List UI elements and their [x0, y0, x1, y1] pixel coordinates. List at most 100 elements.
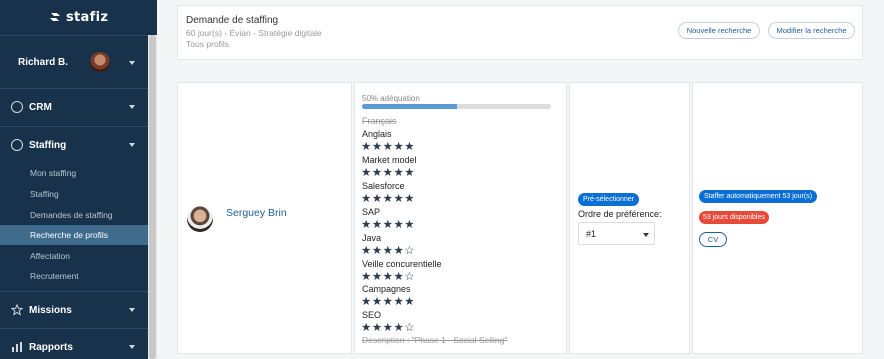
profile-name-link[interactable]: Serguey Brin — [226, 207, 287, 219]
sidebar-item-recrutement[interactable]: Recrutement — [0, 266, 148, 286]
sidebar-item-demandes-de-staffing[interactable]: Demandes de staffing — [0, 205, 148, 225]
actions-card: Staffer automatiquement 53 jour(s) 53 jo… — [692, 82, 863, 354]
chevron-down-icon — [129, 143, 135, 147]
nav-rapports[interactable]: Rapports — [0, 329, 148, 359]
filled-star-icon: ★ — [371, 218, 383, 231]
order-select[interactable]: #1 — [578, 222, 655, 245]
skill-rating-stars: ★★★★★ — [361, 166, 416, 179]
scroll-thumb[interactable] — [149, 35, 156, 359]
filled-star-icon: ★ — [404, 218, 416, 231]
filled-star-icon: ★ — [361, 270, 372, 283]
skill-name: Anglais — [362, 129, 392, 139]
filled-star-icon: ★ — [361, 141, 372, 153]
auto-staff-button[interactable]: Staffer automatiquement 53 jour(s) — [699, 190, 818, 203]
nav-crm[interactable]: CRM — [0, 89, 148, 125]
skill-name: SEO — [362, 310, 382, 321]
filled-star-icon: ★ — [382, 270, 394, 283]
match-progress-bar — [362, 104, 551, 109]
filled-star-icon: ★ — [371, 296, 383, 309]
chevron-down-icon — [129, 308, 135, 312]
filled-star-icon: ★ — [361, 166, 372, 179]
order-label: Ordre de préférence: — [578, 209, 662, 219]
empty-star-icon: ☆ — [404, 322, 416, 335]
filled-star-icon: ★ — [371, 141, 383, 153]
avatar — [90, 52, 110, 72]
user-circle-icon — [11, 101, 23, 113]
sidebar: stafiz Richard B. CRM Staffing Mon staff… — [0, 0, 157, 359]
skill-name: Veille concurentielle — [362, 258, 442, 269]
skill-name: Java — [362, 232, 382, 243]
skill-rating-stars: ★★★★★ — [361, 192, 416, 205]
search-details: 60 jour(s) - Évian - Stratégie digitale — [186, 28, 322, 38]
filled-star-icon: ★ — [361, 192, 372, 205]
stafiz-logo[interactable]: stafiz — [48, 7, 108, 27]
filled-star-icon: ★ — [404, 166, 416, 179]
filled-star-icon: ★ — [382, 322, 394, 335]
nav-missions[interactable]: Missions — [0, 292, 148, 328]
stafiz-logo-icon — [50, 13, 60, 21]
filled-star-icon: ★ — [382, 192, 394, 205]
skill-rating-stars: ★★★★☆ — [361, 322, 416, 335]
availability-badge: 53 jours disponibles — [699, 211, 769, 224]
filled-star-icon: ★ — [371, 192, 383, 205]
skill-name: Campagnes — [362, 284, 411, 295]
sidebar-item-recherche-de-profils[interactable]: Recherche de profils — [0, 225, 148, 245]
match-progress-fill — [362, 104, 457, 109]
skill-rating-stars: ★★★★★ — [361, 296, 416, 309]
cv-button[interactable]: CV — [699, 232, 727, 247]
edit-search-button[interactable]: Modifier la recherche — [768, 22, 855, 39]
filled-star-icon: ★ — [393, 141, 405, 153]
sidebar-item-mon-staffing[interactable]: Mon staffing — [0, 163, 148, 183]
filled-star-icon: ★ — [393, 296, 405, 309]
filled-star-icon: ★ — [361, 296, 372, 309]
nav-staffing-label: Staffing — [29, 139, 67, 151]
skill-rating-stars: ★★★★★ — [361, 141, 416, 153]
chevron-down-icon — [129, 61, 135, 65]
filled-star-icon: ★ — [404, 192, 416, 205]
filled-star-icon: ★ — [371, 166, 383, 179]
empty-star-icon: ☆ — [404, 270, 416, 283]
search-profile-filter: Tous profils — [186, 39, 229, 49]
sidebar-scrollbar[interactable] — [148, 35, 157, 359]
filled-star-icon: ★ — [404, 296, 416, 309]
filled-star-icon: ★ — [404, 141, 416, 153]
chevron-down-icon — [129, 105, 135, 109]
sidebar-item-affectation[interactable]: Affectation — [0, 246, 148, 266]
filled-star-icon: ★ — [361, 218, 372, 231]
filled-star-icon: ★ — [361, 244, 372, 257]
skill-rating-stars: ★★★★★ — [361, 218, 416, 231]
chevron-down-icon — [129, 345, 135, 349]
skills-card: 50% adéquation Français Anglais ★★★★★ Mark… — [354, 82, 567, 354]
skill-struck: Français — [362, 116, 397, 126]
filled-star-icon: ★ — [393, 192, 405, 205]
logo-text: stafiz — [66, 9, 109, 25]
empty-star-icon: ☆ — [404, 244, 416, 257]
profile-avatar — [187, 206, 213, 232]
skill-name: Salesforce — [362, 180, 405, 191]
filled-star-icon: ★ — [371, 270, 383, 283]
filled-star-icon: ★ — [382, 141, 394, 153]
description-struck: Description : "Phase 1 - Social Selling" — [362, 335, 508, 345]
nav-missions-label: Missions — [29, 304, 72, 316]
preference-card: Pré-sélectionner Ordre de préférence: #1 — [569, 82, 690, 354]
profile-card: Serguey Brin — [177, 82, 352, 354]
clock-icon — [11, 139, 23, 151]
filled-star-icon: ★ — [382, 244, 394, 257]
user-menu[interactable]: Richard B. — [0, 35, 148, 89]
match-label: 50% adéquation — [362, 94, 420, 103]
skill-rating-stars: ★★★★☆ — [361, 270, 416, 283]
chart-icon — [12, 342, 22, 352]
filled-star-icon: ★ — [393, 166, 405, 179]
filled-star-icon: ★ — [382, 296, 394, 309]
nav-staffing[interactable]: Staffing — [0, 127, 148, 163]
filled-star-icon: ★ — [382, 166, 394, 179]
search-title: Demande de staffing — [186, 15, 279, 26]
sidebar-item-staffing[interactable]: Staffing — [0, 184, 148, 204]
order-value: #1 — [586, 228, 597, 239]
nav-rapports-label: Rapports — [29, 341, 73, 353]
preselect-button[interactable]: Pré-sélectionner — [578, 193, 639, 206]
filled-star-icon: ★ — [371, 322, 383, 335]
star-icon — [11, 304, 23, 316]
filled-star-icon: ★ — [393, 218, 405, 231]
new-search-button[interactable]: Nouvelle recherche — [678, 22, 760, 39]
